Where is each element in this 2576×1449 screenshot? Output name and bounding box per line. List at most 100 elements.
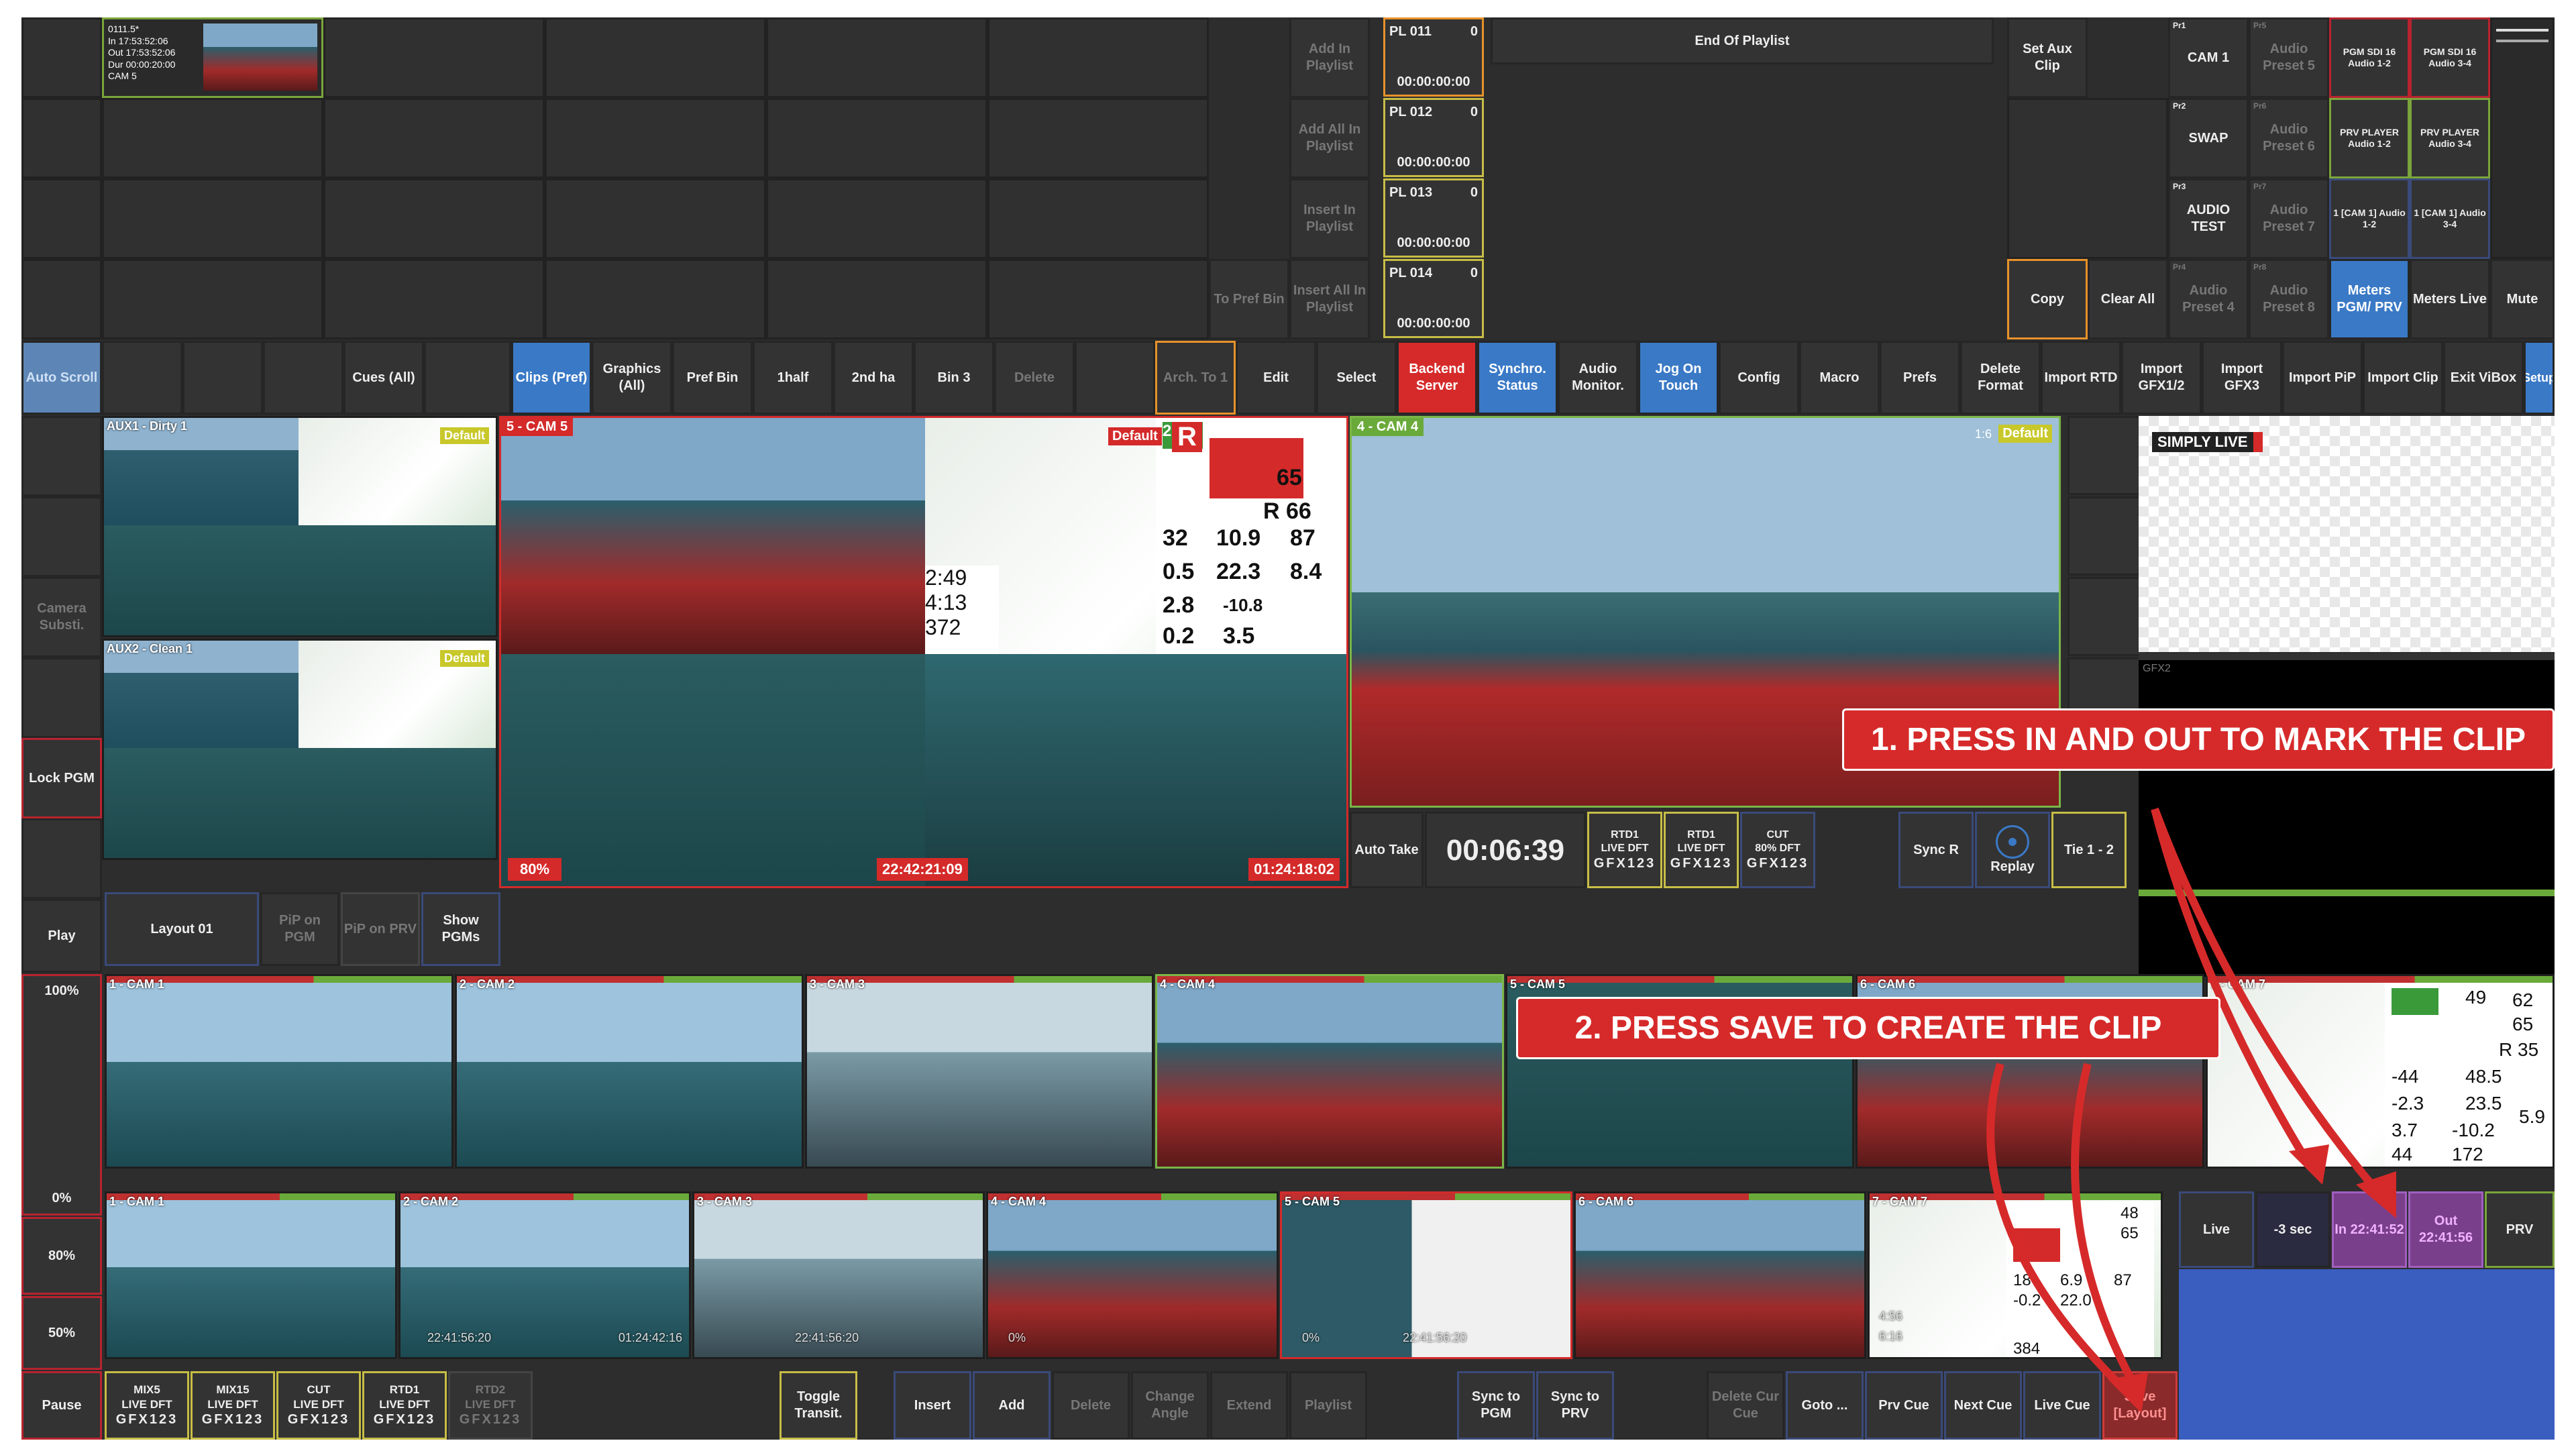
clip-slot[interactable] (766, 98, 987, 178)
cam-top-2[interactable]: 2 - CAM 2 (455, 974, 804, 1169)
playlist-item[interactable]: PL 011 0 00:00:00:00 (1383, 17, 1484, 97)
live-button[interactable]: Live (2179, 1191, 2254, 1268)
playlist-item[interactable]: PL 014 0 00:00:00:00 (1383, 259, 1484, 338)
preset-2-button[interactable]: Pr2 SWAP (2168, 98, 2249, 178)
clear-all-button[interactable]: Clear All (2088, 259, 2168, 339)
delete-bin-button[interactable]: Delete (994, 341, 1075, 415)
left-slot[interactable] (21, 496, 102, 577)
left-slot[interactable] (21, 416, 102, 496)
playlist-button[interactable]: Playlist (1289, 1371, 1367, 1440)
save-layout-button[interactable]: Save [Layout] (2102, 1371, 2178, 1440)
sync-r-button[interactable]: Sync R (1898, 812, 1974, 888)
speed-80-button[interactable]: 80% (21, 1217, 102, 1295)
arch-to-1-button[interactable]: Arch. To 1 (1155, 341, 1236, 415)
delete-button[interactable]: Delete (1052, 1371, 1130, 1440)
add-all-in-playlist-button[interactable]: Add All In Playlist (1289, 98, 1370, 178)
edit-button[interactable]: Edit (1236, 341, 1316, 415)
audio-vu-meter[interactable] (2490, 17, 2555, 259)
add-in-playlist-button[interactable]: Add In Playlist (1289, 17, 1370, 98)
preset-8-button[interactable]: Pr8 Audio Preset 8 (2249, 259, 2329, 339)
clip-slot[interactable] (545, 178, 766, 259)
toggle-transit-button[interactable]: Toggle Transit. (780, 1371, 857, 1440)
meters-pgm-prv-button[interactable]: Meters PGM/ PRV (2329, 259, 2410, 339)
bin-slot[interactable] (102, 341, 182, 415)
clip-slot[interactable] (102, 98, 323, 178)
clip-slot[interactable] (323, 178, 545, 259)
minus-3-sec-button[interactable]: -3 sec (2255, 1191, 2330, 1268)
rtd1-live-dft-b[interactable]: RTD1 LIVE DFT GFX123 (1664, 812, 1739, 888)
config-button[interactable]: Config (1719, 341, 1799, 415)
clip-slot[interactable] (987, 98, 1209, 178)
rtd1-live-dft-a[interactable]: RTD1 LIVE DFT GFX123 (1587, 812, 1662, 888)
import-rtd-button[interactable]: Import RTD (2041, 341, 2121, 415)
preview-monitor[interactable]: 29 65 R 66 32 10.9 87 0.5 22.3 8.4 2.8 -… (499, 416, 1348, 888)
clip-slot[interactable] (323, 17, 545, 98)
sync-to-prv-button[interactable]: Sync to PRV (1536, 1371, 1614, 1440)
mix5-live-dft-button[interactable]: MIX5 LIVE DFT GFX123 (105, 1371, 189, 1440)
clip-slot[interactable] (987, 17, 1209, 98)
cam-top-7[interactable]: 7 - CAM 7 49 62 65 R 35 -44 48.5 -2.3 23… (2206, 974, 2555, 1169)
tie-1-2-button[interactable]: Tie 1 - 2 (2051, 812, 2127, 888)
auto-scroll-button[interactable]: Auto Scroll (21, 341, 102, 415)
insert-in-playlist-button[interactable]: Insert In Playlist (1289, 178, 1370, 259)
mark-in-button[interactable]: In 22:41:52 (2332, 1191, 2407, 1268)
pip-on-pgm-button[interactable]: PiP on PGM (260, 892, 339, 966)
cam-bottom-2[interactable]: 2 - CAM 2 22:41:56:20 01:24:42:16 (398, 1191, 691, 1359)
add-button[interactable]: Add (973, 1371, 1051, 1440)
bin-slot[interactable] (182, 341, 263, 415)
lock-pgm-button[interactable]: Lock PGM (21, 738, 102, 818)
clip-slot[interactable] (766, 178, 987, 259)
backend-server-button[interactable]: Backend Server (1397, 341, 1477, 415)
audio-route-cam1-3-4[interactable]: 1 [CAM 1] Audio 3-4 (2410, 178, 2490, 259)
playlist-item[interactable]: PL 012 0 00:00:00:00 (1383, 98, 1484, 177)
prv-button[interactable]: PRV (2485, 1191, 2555, 1268)
clip-slot[interactable] (766, 17, 987, 98)
cut-live-dft-button[interactable]: CUT LIVE DFT GFX123 (276, 1371, 361, 1440)
next-cue-button[interactable]: Next Cue (1944, 1371, 2022, 1440)
prv-cue-button[interactable]: Prv Cue (1865, 1371, 1943, 1440)
select-button[interactable]: Select (1316, 341, 1397, 415)
mix15-live-dft-button[interactable]: MIX15 LIVE DFT GFX123 (191, 1371, 275, 1440)
clip-slot[interactable] (102, 178, 323, 259)
left-slot[interactable] (21, 657, 102, 738)
cam-bottom-4[interactable]: 4 - CAM 4 0% (986, 1191, 1279, 1359)
mark-out-button[interactable]: Out 22:41:56 (2408, 1191, 2483, 1268)
goto-button[interactable]: Goto ... (1786, 1371, 1864, 1440)
clip-slot[interactable] (545, 259, 766, 339)
right-slot[interactable] (2068, 577, 2148, 656)
clip-slot[interactable] (323, 259, 545, 339)
sync-to-pgm-button[interactable]: Sync to PGM (1457, 1371, 1535, 1440)
bin-1half-button[interactable]: 1half (753, 341, 833, 415)
import-clip-button[interactable]: Import Clip (2363, 341, 2443, 415)
cam-bottom-5[interactable]: 5 - CAM 5 0% 22:41:56:20 (1280, 1191, 1572, 1359)
cut-80-dft[interactable]: CUT 80% DFT GFX123 (1740, 812, 1815, 888)
insert-button[interactable]: Insert (894, 1371, 971, 1440)
right-slot[interactable] (2068, 496, 2148, 576)
clip-slot[interactable] (766, 259, 987, 339)
jog-on-touch-button[interactable]: Jog On Touch (1638, 341, 1719, 415)
prefs-button[interactable]: Prefs (1880, 341, 1960, 415)
bin-2ndha-button[interactable]: 2nd ha (833, 341, 914, 415)
clip-slot[interactable] (545, 98, 766, 178)
right-slot[interactable] (2068, 416, 2148, 495)
preset-4-button[interactable]: Pr4 Audio Preset 4 (2168, 259, 2249, 339)
bin-3-button[interactable]: Bin 3 (914, 341, 994, 415)
cam-top-3[interactable]: 3 - CAM 3 (805, 974, 1154, 1169)
aux2-monitor[interactable]: AUX2 - Clean 1 Default (102, 639, 498, 860)
preset-1-button[interactable]: Pr1 CAM 1 (2168, 17, 2249, 98)
insert-all-in-playlist-button[interactable]: Insert All In Playlist (1289, 259, 1370, 339)
camera-substi-button[interactable]: Camera Substi. (21, 577, 102, 657)
cam-top-1[interactable]: 1 - CAM 1 (105, 974, 453, 1169)
pause-button[interactable]: Pause (21, 1371, 102, 1440)
delete-cur-cue-button[interactable]: Delete Cur Cue (1707, 1371, 1784, 1440)
speed-50-button[interactable]: 50% (21, 1296, 102, 1370)
rtd2-live-dft-button[interactable]: RTD2 LIVE DFT GFX123 (448, 1371, 533, 1440)
replay-button[interactable]: Replay (1975, 812, 2050, 888)
extend-button[interactable]: Extend (1210, 1371, 1288, 1440)
audio-route-cam1-1-2[interactable]: 1 [CAM 1] Audio 1-2 (2329, 178, 2410, 259)
preset-7-button[interactable]: Pr7 Audio Preset 7 (2249, 178, 2329, 259)
audio-route-prv-3-4[interactable]: PRV PLAYER Audio 3-4 (2410, 98, 2490, 178)
cues-all-button[interactable]: Cues (All) (343, 341, 424, 415)
set-aux-clip-button[interactable]: Set Aux Clip (2007, 17, 2088, 98)
import-gfx12-button[interactable]: Import GFX1/2 (2121, 341, 2202, 415)
